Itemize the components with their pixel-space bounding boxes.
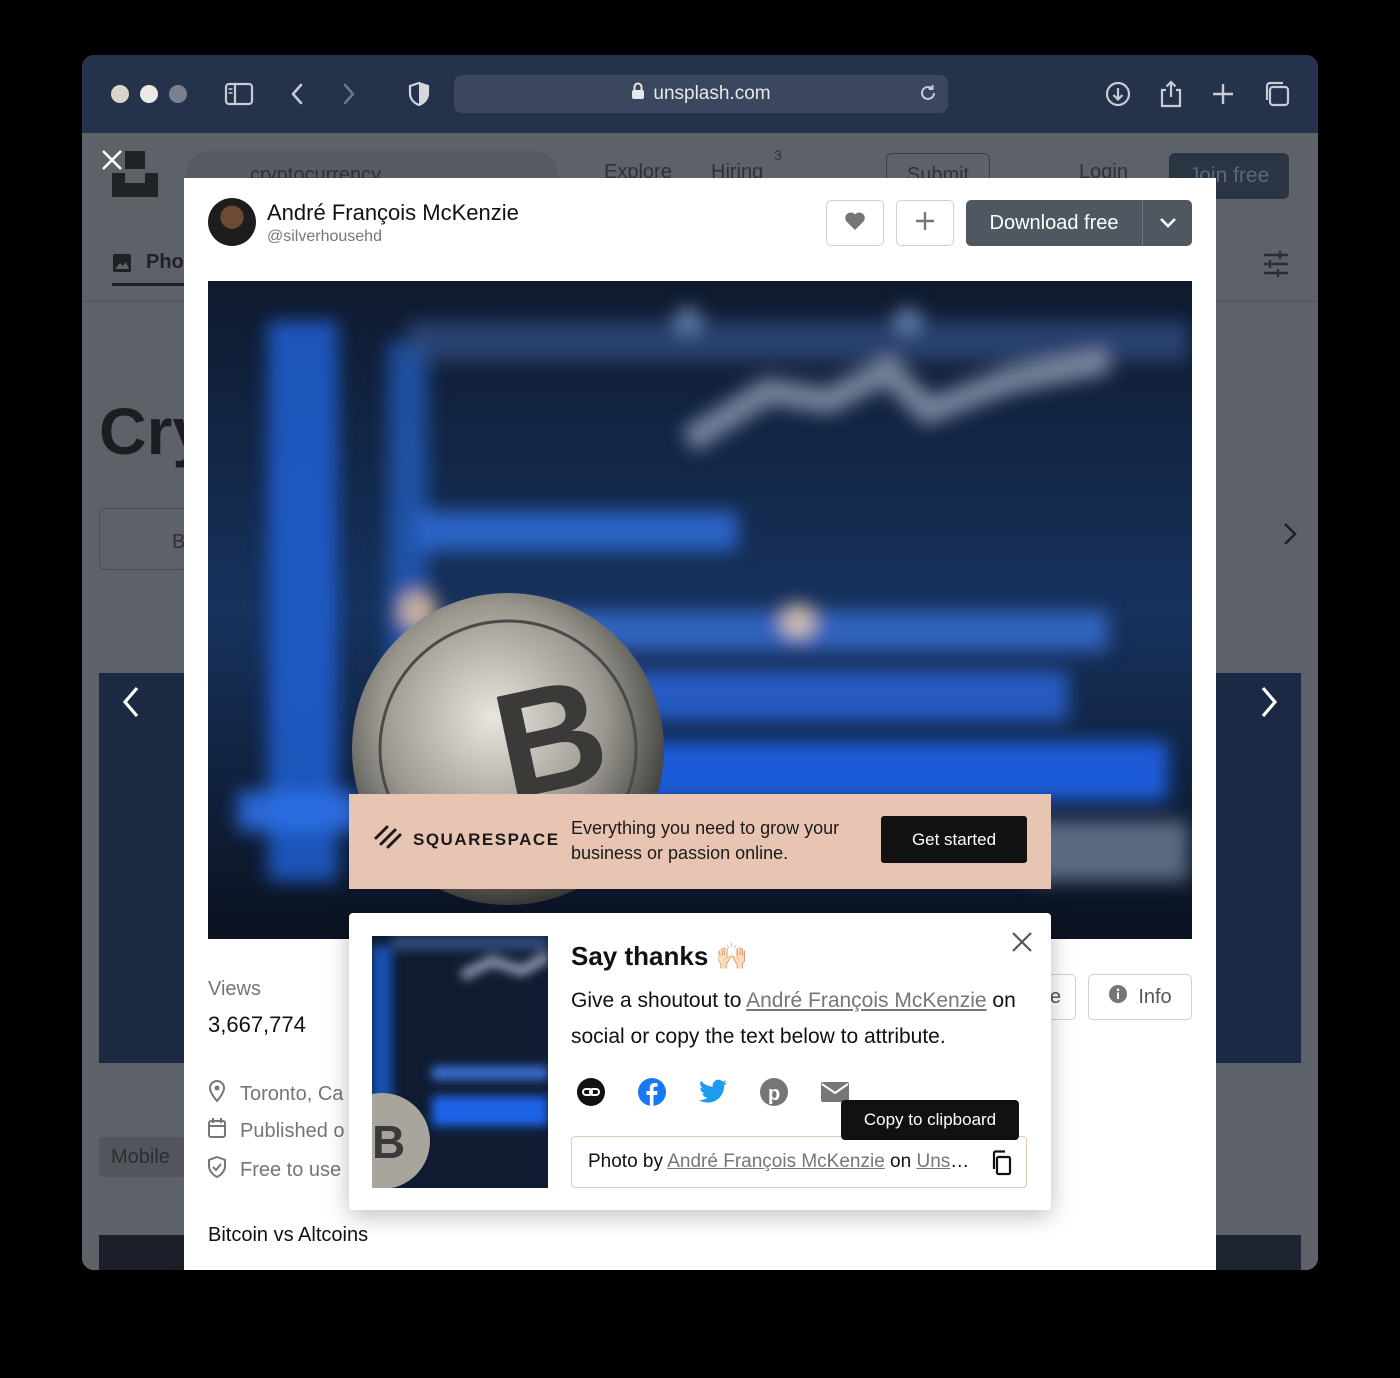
calendar-icon	[208, 1118, 226, 1144]
like-button[interactable]	[826, 200, 884, 246]
info-icon	[1108, 984, 1128, 1010]
plus-icon	[914, 210, 936, 237]
ad-brand: SQUARESPACE	[413, 829, 560, 849]
filter-icon[interactable]	[1262, 251, 1290, 282]
author-link[interactable]: André François McKenzie	[746, 989, 986, 1012]
download-icon[interactable]	[1101, 77, 1135, 111]
background-chip[interactable]: B	[99, 508, 189, 570]
forward-icon[interactable]	[332, 77, 366, 111]
new-tab-icon[interactable]	[1206, 77, 1240, 111]
pinterest-icon[interactable]: p	[759, 1077, 789, 1107]
background-photo-card-right[interactable]	[1216, 673, 1301, 1063]
share-label-fragment: e	[1049, 985, 1061, 1008]
sidebar-icon[interactable]	[222, 77, 256, 111]
background-card-label: Mobile	[99, 1137, 185, 1177]
svg-text:B: B	[372, 1116, 405, 1168]
download-label: Download free	[989, 211, 1119, 234]
background-photo-card-bottom-right[interactable]	[1216, 1235, 1301, 1270]
svg-text:p: p	[768, 1083, 780, 1105]
views-value: 3,667,774	[208, 1012, 306, 1037]
photo-icon	[113, 253, 131, 272]
facebook-icon[interactable]	[637, 1077, 667, 1107]
copy-link-icon[interactable]	[576, 1077, 606, 1107]
tab-underline	[112, 283, 186, 286]
lock-icon	[631, 82, 645, 106]
previous-photo-icon[interactable]	[120, 684, 142, 729]
say-thanks-popup: B Say thanks 🙌🏻 Give a shoutout to André…	[349, 913, 1051, 1210]
reload-icon[interactable]	[918, 83, 938, 109]
get-started-button[interactable]: Get started	[881, 816, 1027, 863]
tab-photos-label: Pho	[146, 251, 184, 273]
thanks-thumbnail: B	[372, 936, 548, 1188]
location-pin-icon	[208, 1080, 226, 1108]
shield-icon[interactable]	[402, 77, 436, 111]
location-row[interactable]: Toronto, Ca	[208, 1080, 343, 1108]
location-text[interactable]: Toronto, Ca	[240, 1083, 343, 1106]
share-icon[interactable]	[1154, 77, 1188, 111]
author-handle[interactable]: @silverhousehd	[267, 228, 382, 246]
add-to-collection-button[interactable]	[896, 200, 954, 246]
author-name[interactable]: André François McKenzie	[267, 200, 519, 226]
attribution-text-field[interactable]: Photo by André François McKenzie on Unsp…	[571, 1136, 1027, 1188]
credit-mid: on	[884, 1151, 917, 1172]
views-label: Views	[208, 978, 261, 1000]
say-thanks-title: Say thanks 🙌🏻	[571, 941, 748, 971]
say-thanks-prefix: Give a shoutout to	[571, 989, 747, 1012]
back-icon[interactable]	[280, 77, 314, 111]
published-row: Published o	[208, 1118, 345, 1144]
copy-icon[interactable]	[990, 1150, 1012, 1182]
credit-site-link[interactable]: Unsplash	[916, 1151, 972, 1172]
twitter-icon[interactable]	[698, 1077, 728, 1107]
tab-photos[interactable]: Pho	[112, 251, 184, 274]
credit-author-link[interactable]: André François McKenzie	[667, 1151, 885, 1172]
minimize-window-button[interactable]	[140, 85, 158, 103]
background-photo-card-bottom-left[interactable]	[99, 1235, 185, 1270]
squarespace-ad[interactable]: SQUARESPACE Everything you need to grow …	[349, 794, 1051, 889]
close-icon[interactable]	[1009, 929, 1035, 955]
published-text: Published o	[240, 1119, 345, 1142]
get-started-label: Get started	[911, 829, 997, 849]
chevron-down-icon[interactable]	[1143, 217, 1192, 229]
squarespace-logo: SQUARESPACE	[373, 824, 560, 855]
browser-toolbar: unsplash.com	[82, 55, 1318, 133]
license-row[interactable]: Free to use	[208, 1155, 341, 1184]
next-photo-icon[interactable]	[1258, 684, 1280, 729]
address-bar[interactable]: unsplash.com	[454, 75, 948, 113]
shield-check-icon	[208, 1155, 226, 1184]
photo-description: Bitcoin vs Altcoins	[208, 1224, 369, 1246]
info-button[interactable]: Info	[1088, 974, 1192, 1020]
say-thanks-body: Give a shoutout to André François McKenz…	[571, 983, 1031, 1055]
heart-icon	[844, 211, 866, 236]
copy-tooltip: Copy to clipboard	[841, 1100, 1019, 1140]
tabs-icon[interactable]	[1260, 77, 1294, 111]
chevron-right-icon[interactable]	[1282, 521, 1298, 552]
hiring-badge: 3	[774, 147, 782, 163]
zoom-window-button[interactable]	[169, 85, 187, 103]
background-card-label-text: Mobile	[111, 1146, 170, 1168]
info-label: Info	[1138, 985, 1172, 1008]
download-button[interactable]: Download free	[966, 200, 1192, 246]
license-text[interactable]: Free to use	[240, 1159, 341, 1182]
squarespace-icon	[373, 824, 403, 855]
close-modal-icon[interactable]	[100, 148, 124, 174]
ad-text: Everything you need to grow your busines…	[571, 818, 840, 863]
background-photo-card-left[interactable]	[99, 673, 185, 1063]
attribution-text[interactable]: Photo by André François McKenzie on Unsp…	[588, 1151, 972, 1173]
credit-prefix: Photo by	[588, 1151, 668, 1172]
avatar[interactable]	[208, 198, 256, 246]
url-text: unsplash.com	[653, 83, 771, 104]
close-window-button[interactable]	[111, 85, 129, 103]
